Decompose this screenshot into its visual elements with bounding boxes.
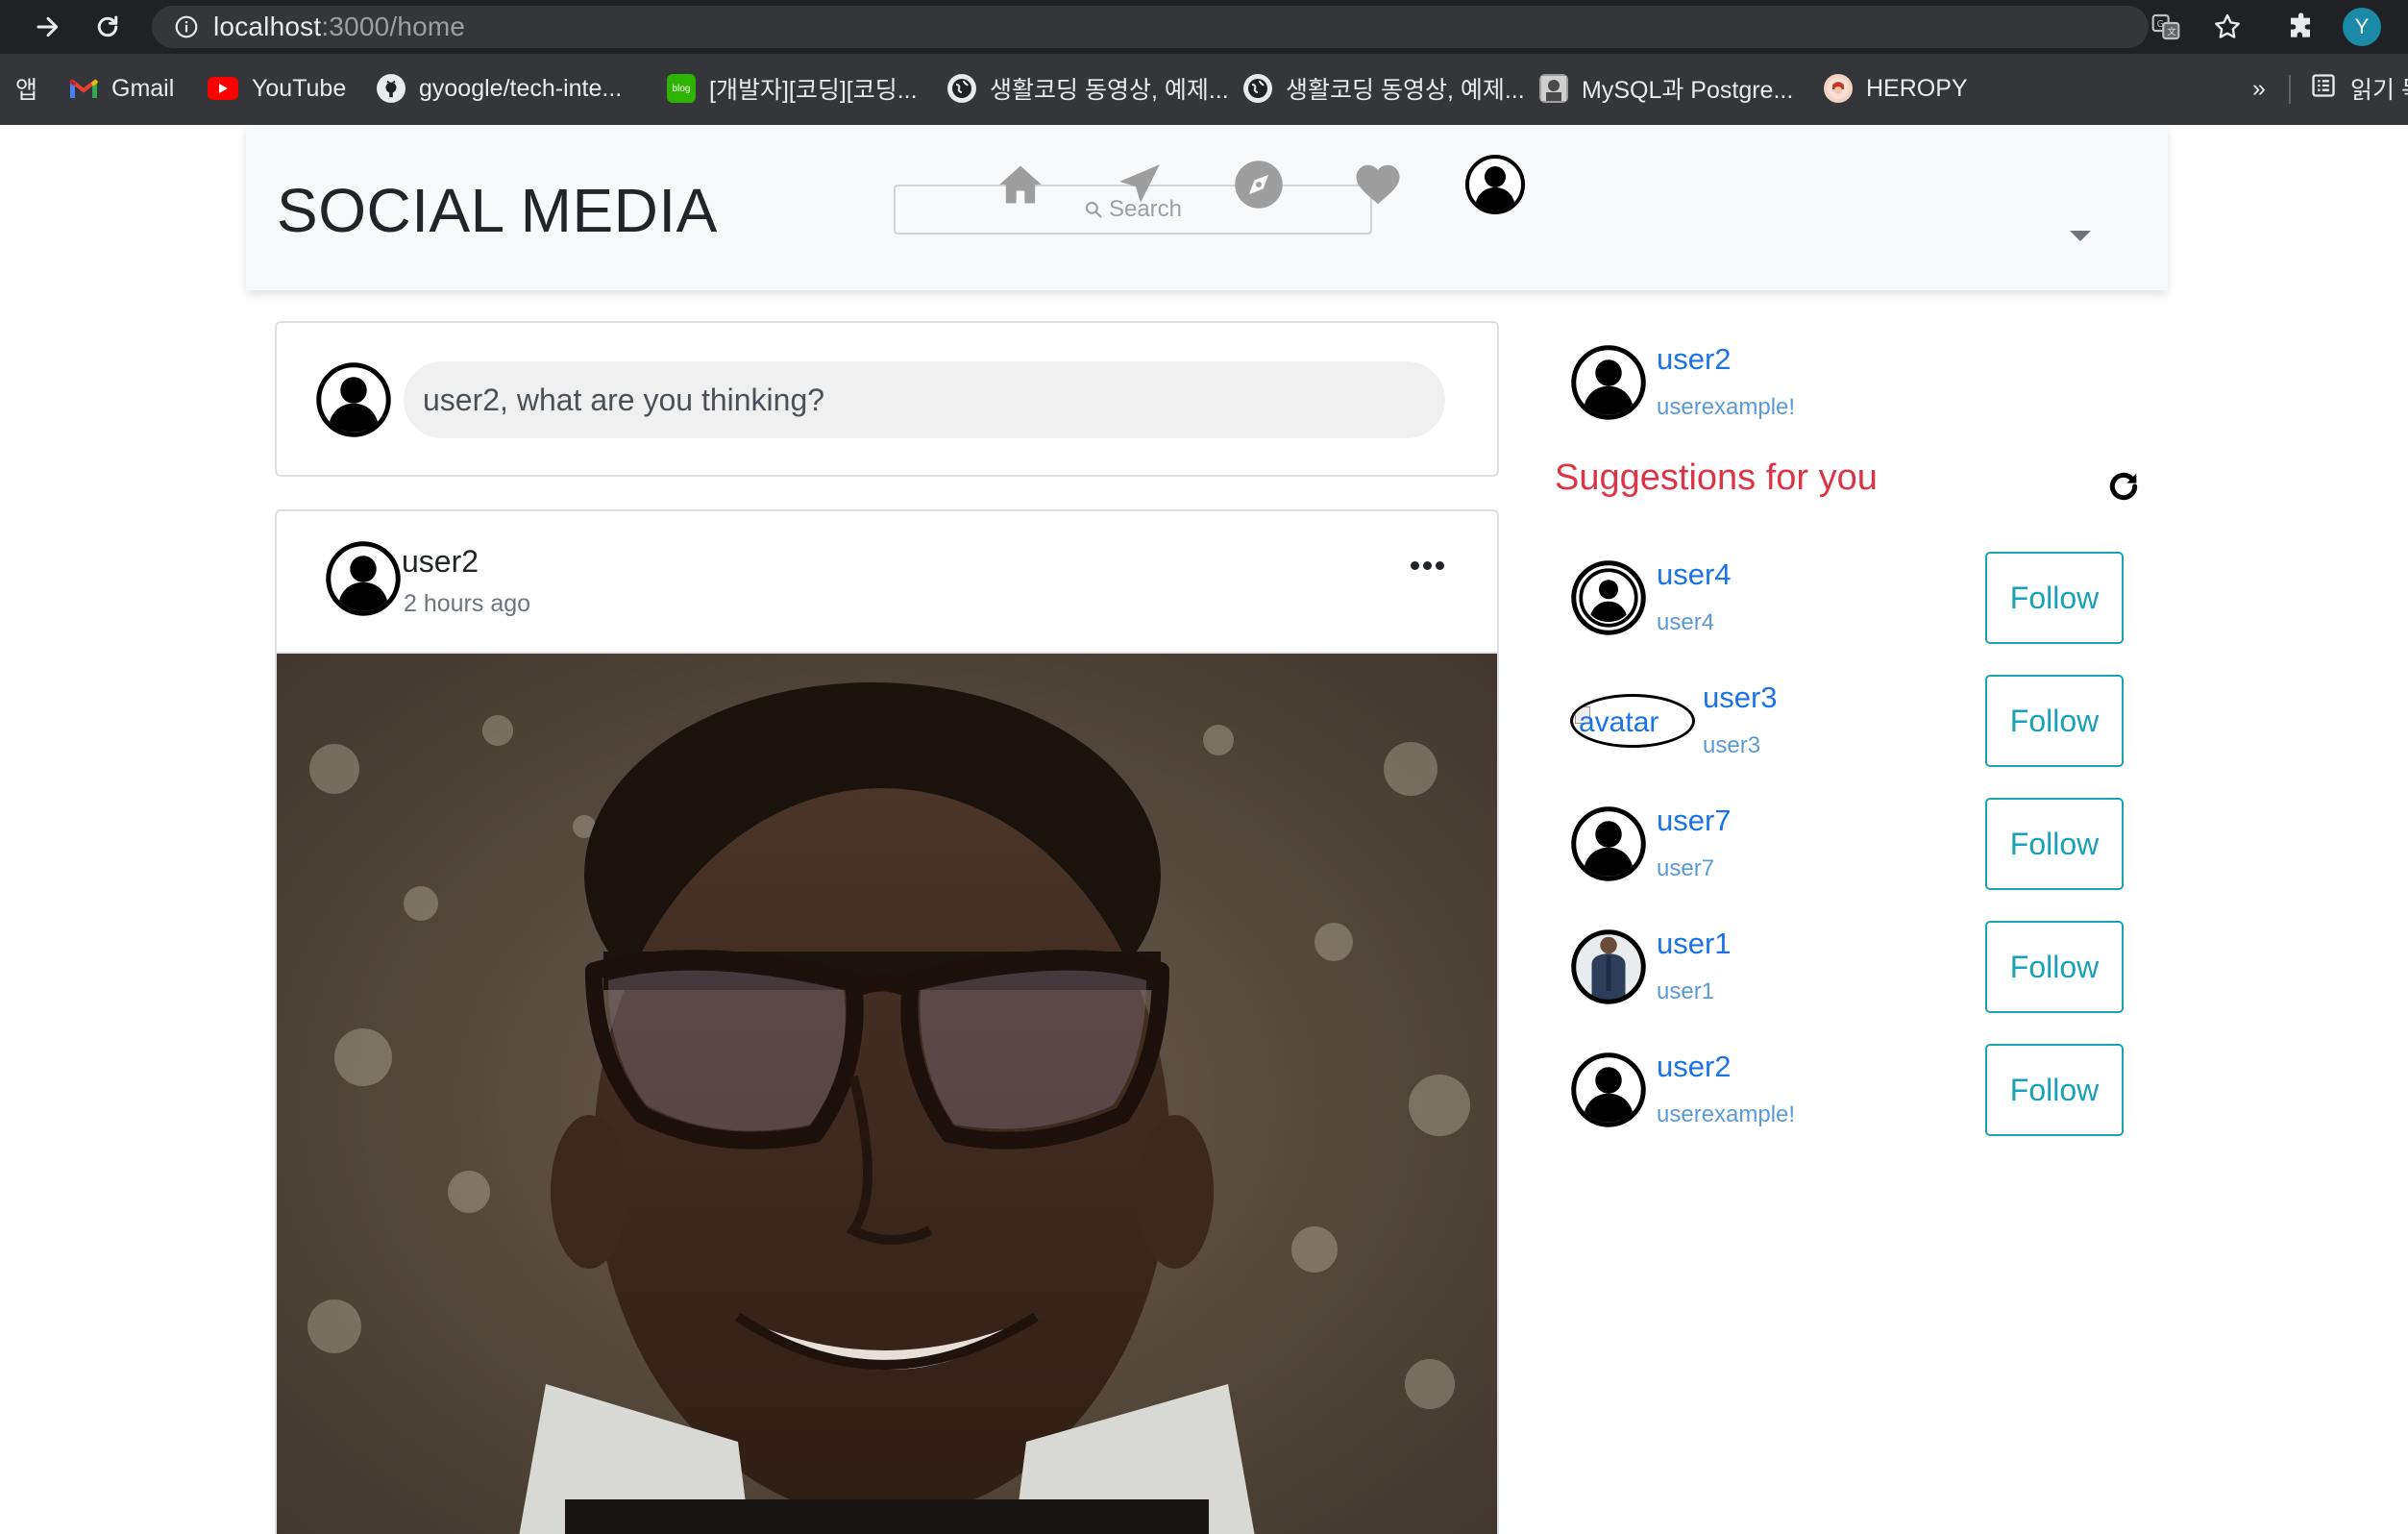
url-text: localhost:3000/home xyxy=(213,12,465,42)
avatar-alt-text: avatar xyxy=(1579,706,1659,738)
bookmark-label: MySQL과 Postgre... xyxy=(1582,77,1794,104)
suggestion-name[interactable]: user3 xyxy=(1703,680,1778,715)
bookmark-youtube[interactable]: YouTube xyxy=(208,71,346,106)
post-timestamp: 2 hours ago xyxy=(404,590,531,617)
suggestion-name[interactable]: user2 xyxy=(1657,1050,1732,1084)
current-user-avatar[interactable] xyxy=(1570,344,1647,426)
heropy-icon xyxy=(1824,74,1853,103)
follow-button[interactable]: Follow xyxy=(1985,552,2124,644)
profile-icon[interactable] xyxy=(1464,154,1526,215)
brand-title[interactable]: SOCIAL MEDIA xyxy=(277,175,718,246)
suggestion-handle: user7 xyxy=(1657,855,1715,881)
browser-toolbar: localhost:3000/home G文 Y xyxy=(0,0,2408,54)
current-user-handle: userexample! xyxy=(1657,394,1796,420)
bookmark-apps[interactable]: 앱 xyxy=(15,71,37,106)
profile-dropdown-caret[interactable] xyxy=(2070,231,2091,241)
bookmark-label: [개발자][코딩][코딩... xyxy=(709,77,918,104)
extensions-puzzle-icon[interactable] xyxy=(2285,10,2320,44)
follow-button[interactable]: Follow xyxy=(1985,798,2124,890)
github-icon xyxy=(377,74,405,103)
translate-icon[interactable]: G文 xyxy=(2149,10,2183,44)
suggestion-handle: user3 xyxy=(1703,732,1761,758)
bookmark-mysql[interactable]: MySQL과 Postgre... xyxy=(1539,71,1793,106)
refresh-icon[interactable] xyxy=(2104,467,2143,506)
suggestion-handle: user1 xyxy=(1657,978,1715,1004)
bookmark-opentutorials-1[interactable]: 생활코딩 동영상, 예제... xyxy=(947,71,1229,106)
svg-text:G: G xyxy=(2157,19,2164,30)
bookmark-blog[interactable]: blog [개발자][코딩][코딩... xyxy=(667,71,918,106)
avatar[interactable] xyxy=(325,540,402,622)
avatar[interactable] xyxy=(1570,928,1647,1010)
suggestion-handle: user4 xyxy=(1657,609,1715,635)
avatar[interactable] xyxy=(1570,805,1647,887)
avatar[interactable] xyxy=(1570,559,1647,641)
more-options-icon[interactable] xyxy=(1411,561,1444,570)
suggestion-name[interactable]: user4 xyxy=(1657,557,1732,592)
browser-profile-avatar[interactable]: Y xyxy=(2343,8,2381,46)
photo-favicon-icon xyxy=(1539,74,1568,103)
post-author[interactable]: user2 xyxy=(402,544,479,580)
app-navbar: SOCIAL MEDIA Search xyxy=(246,127,2168,290)
composer-input[interactable]: user2, what are you thinking? xyxy=(404,361,1445,438)
reading-list-button[interactable]: 읽기 목 xyxy=(2310,71,2408,106)
site-info-icon[interactable] xyxy=(173,13,200,40)
bookmark-label: Gmail xyxy=(111,74,175,102)
arrow-right-icon xyxy=(37,16,59,37)
url-host: localhost xyxy=(213,12,322,41)
forward-button[interactable] xyxy=(29,8,67,46)
bookmark-label: 앱 xyxy=(15,77,38,104)
bookmark-opentutorials-2[interactable]: 생활코딩 동영상, 예제... xyxy=(1243,71,1525,106)
globe-icon xyxy=(1243,74,1272,103)
bookmarks-divider xyxy=(2289,75,2291,104)
bookmark-gmail[interactable]: Gmail xyxy=(69,71,174,106)
bookmarks-bar: 앱 Gmail YouTube gyoogle/tech-inte... blo… xyxy=(0,54,2408,125)
heart-icon[interactable] xyxy=(1349,156,1407,213)
bookmark-label: YouTube xyxy=(252,74,347,102)
bookmark-heropy[interactable]: HEROPY xyxy=(1824,71,1968,106)
search-icon xyxy=(1085,201,1102,218)
send-icon[interactable] xyxy=(1111,156,1168,213)
bookmark-label: 생활코딩 동영상, 예제... xyxy=(1286,77,1525,104)
address-bar[interactable]: localhost:3000/home xyxy=(152,6,2149,48)
bookmark-label: gyoogle/tech-inte... xyxy=(419,74,623,102)
reading-list-label: 읽기 목 xyxy=(2350,77,2408,104)
bookmark-star-icon[interactable] xyxy=(2210,10,2245,44)
reading-list-icon xyxy=(2310,72,2337,106)
bookmark-label: 생활코딩 동영상, 예제... xyxy=(990,77,1229,104)
suggestion-name[interactable]: user7 xyxy=(1657,804,1732,838)
blog-icon: blog xyxy=(667,74,696,103)
home-icon[interactable] xyxy=(992,156,1049,213)
follow-button[interactable]: Follow xyxy=(1985,675,2124,767)
page-content: SOCIAL MEDIA Search user2, what are you … xyxy=(0,125,2408,1534)
avatar[interactable] xyxy=(1570,1052,1647,1133)
gmail-icon xyxy=(69,74,98,103)
compass-icon[interactable] xyxy=(1230,156,1288,213)
post-header: user2 2 hours ago xyxy=(277,511,1497,654)
reload-icon xyxy=(97,15,118,37)
svg-text:文: 文 xyxy=(2167,26,2175,37)
broken-avatar-image[interactable]: avatar xyxy=(1570,694,1695,748)
avatar xyxy=(315,361,392,443)
suggestion-handle: userexample! xyxy=(1657,1101,1796,1127)
suggestions-title: Suggestions for you xyxy=(1555,458,1878,498)
globe-icon xyxy=(947,74,976,103)
post-card: user2 2 hours ago xyxy=(275,509,1499,1534)
current-user-name[interactable]: user2 xyxy=(1657,342,1732,377)
follow-button[interactable]: Follow xyxy=(1985,1044,2124,1136)
bookmarks-more-label: » xyxy=(2252,74,2266,102)
youtube-icon xyxy=(208,77,238,100)
follow-button[interactable]: Follow xyxy=(1985,921,2124,1013)
url-path: :3000/home xyxy=(321,12,466,41)
bookmark-github[interactable]: gyoogle/tech-inte... xyxy=(377,71,622,106)
post-composer: user2, what are you thinking? xyxy=(275,321,1499,477)
bookmark-label: HEROPY xyxy=(1866,74,1968,102)
bookmarks-overflow-button[interactable]: » xyxy=(2252,71,2266,106)
reload-button[interactable] xyxy=(88,8,127,46)
post-image xyxy=(277,654,1497,1534)
suggestion-name[interactable]: user1 xyxy=(1657,927,1732,961)
